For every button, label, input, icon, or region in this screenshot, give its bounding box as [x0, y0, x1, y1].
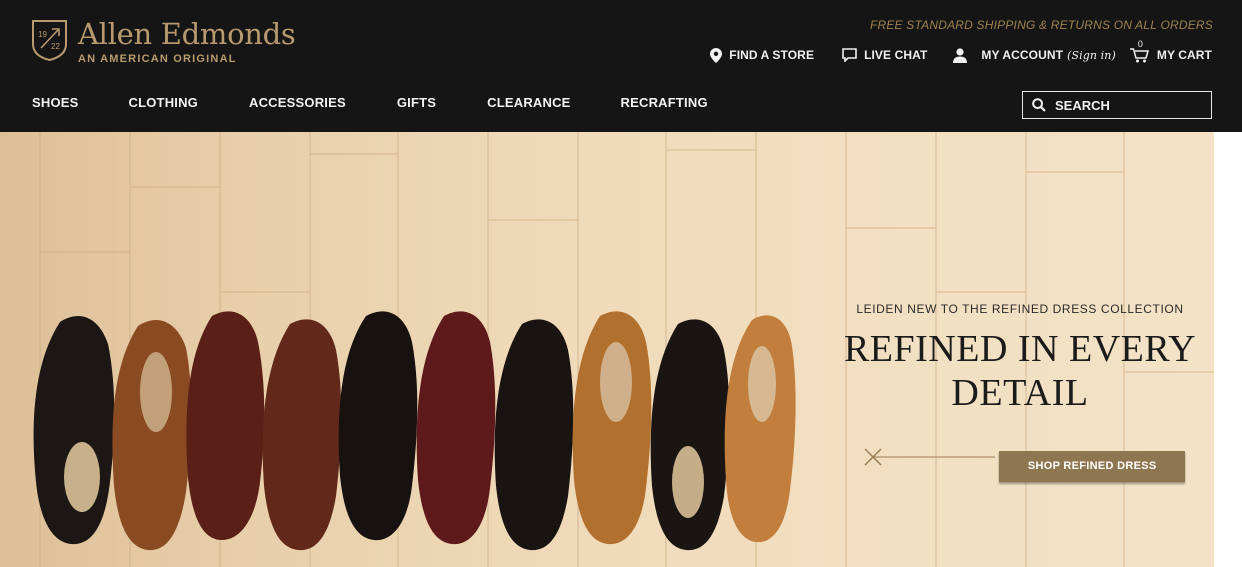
hero-headline-line-1: REFINED IN EVERY — [843, 328, 1197, 370]
my-cart-label: MY CART — [1156, 48, 1212, 62]
shoe-10 — [724, 315, 796, 543]
nav-clearance[interactable]: CLEARANCE — [487, 95, 570, 115]
nav-clothing[interactable]: CLOTHING — [129, 95, 198, 115]
svg-text:19: 19 — [38, 30, 47, 39]
search-box[interactable] — [1022, 91, 1212, 119]
svg-text:22: 22 — [51, 42, 60, 51]
nav-gifts[interactable]: GIFTS — [397, 95, 436, 115]
shoe-4 — [262, 319, 342, 551]
logo-tagline: AN AMERICAN ORIGINAL — [78, 53, 237, 65]
search-icon[interactable] — [1032, 98, 1046, 112]
my-account-link[interactable]: MY ACCOUNT (Sign in) — [953, 47, 1116, 63]
hero-eyebrow: LEIDEN NEW TO THE REFINED DRESS COLLECTI… — [856, 302, 1184, 316]
shoe-9 — [650, 319, 730, 551]
shoe-3 — [186, 311, 265, 540]
nav-recrafting[interactable]: RECRAFTING — [621, 95, 708, 115]
shoe-lineup-image — [33, 311, 796, 551]
shoe-2 — [112, 320, 192, 551]
cart-count-badge: 0 — [1137, 39, 1143, 49]
user-icon — [953, 47, 968, 63]
find-store-label: FIND A STORE — [729, 48, 815, 62]
site-header: 19 22 Allen Edmonds AN AMERICAN ORIGINAL… — [0, 0, 1242, 132]
cart-icon-wrap: 0 — [1129, 39, 1149, 63]
shop-refined-dress-button[interactable]: SHOP REFINED DRESS — [999, 451, 1186, 482]
live-chat-link[interactable]: LIVE CHAT — [842, 48, 927, 62]
hero-copy: LEIDEN NEW TO THE REFINED DRESS COLLECTI… — [820, 302, 1214, 482]
hero-headline-line-2: DETAIL — [951, 372, 1089, 414]
my-cart-link[interactable]: 0 MY CART — [1129, 39, 1212, 63]
logo-text: Allen Edmonds AN AMERICAN ORIGINAL — [78, 17, 296, 65]
sign-in-label: (Sign in) — [1067, 48, 1116, 62]
shoe-6 — [416, 311, 496, 545]
chat-bubble-icon — [842, 48, 857, 62]
cart-icon — [1129, 48, 1149, 63]
shipping-promo[interactable]: FREE STANDARD SHIPPING & RETURNS ON ALL … — [870, 18, 1213, 32]
logo-badge-icon: 19 22 — [32, 20, 67, 62]
hero-banner[interactable]: LEIDEN NEW TO THE REFINED DRESS COLLECTI… — [0, 132, 1214, 567]
nav-shoes[interactable]: SHOES — [32, 95, 79, 115]
map-pin-icon — [710, 47, 723, 63]
shoe-5 — [338, 311, 418, 541]
logo-name: Allen Edmonds — [78, 17, 296, 51]
shoe-7 — [494, 319, 574, 551]
page-edge — [1214, 132, 1242, 567]
crossed-divider-icon — [864, 448, 995, 466]
main-nav: SHOES CLOTHING ACCESSORIES GIFTS CLEARAN… — [32, 95, 758, 115]
my-account-label: MY ACCOUNT — [981, 48, 1064, 62]
nav-accessories[interactable]: ACCESSORIES — [249, 95, 346, 115]
logo-link[interactable]: 19 22 Allen Edmonds AN AMERICAN ORIGINAL — [31, 18, 311, 66]
find-store-link[interactable]: FIND A STORE — [710, 47, 815, 63]
shoe-8 — [572, 311, 652, 545]
hero-headline: REFINED IN EVERY DETAIL — [820, 327, 1214, 415]
shoe-1 — [33, 316, 115, 545]
search-input[interactable] — [1055, 97, 1205, 113]
utility-bar: FIND A STORE LIVE CHAT MY ACCOUNT (Sign … — [710, 39, 1212, 66]
live-chat-label: LIVE CHAT — [864, 48, 928, 62]
